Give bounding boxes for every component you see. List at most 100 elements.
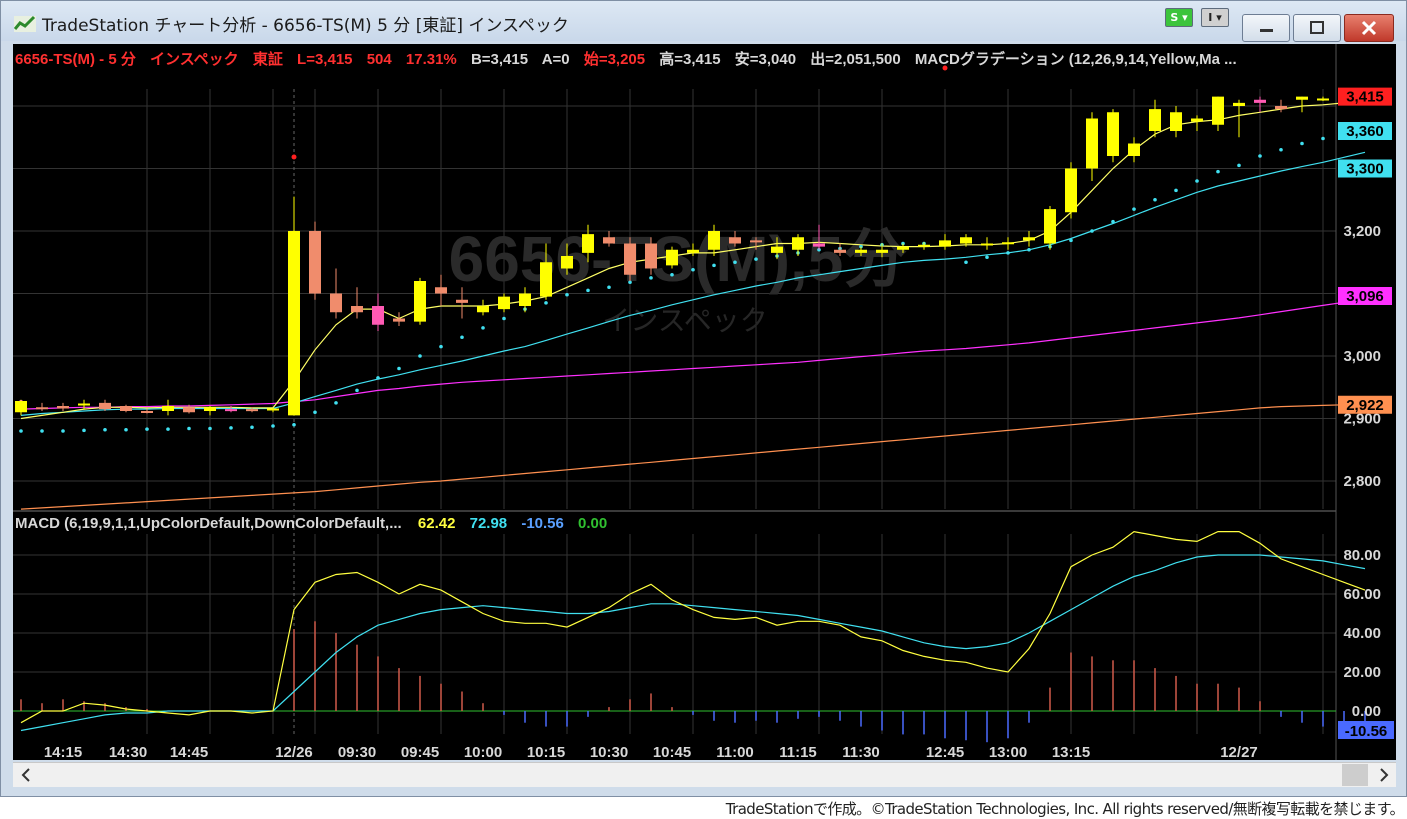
candle-body — [645, 243, 657, 269]
candle-body — [855, 249, 867, 253]
window-title: TradeStation チャート分析 - 6656-TS(M) 5 分 [東証… — [42, 16, 569, 36]
scroll-right-icon[interactable] — [1374, 763, 1394, 787]
candle-body — [918, 244, 930, 247]
psar-dot — [397, 366, 401, 371]
candle-body — [204, 407, 216, 411]
macd-signal-value: 72.98 — [470, 515, 508, 532]
close-button[interactable] — [1344, 14, 1394, 42]
price-badge-label: 3,300 — [1346, 161, 1384, 178]
time-tick-label: 10:45 — [653, 744, 691, 760]
candle-body — [813, 243, 825, 247]
macd-value: 62.42 — [418, 515, 456, 532]
copyright-footer: TradeStationで作成。©TradeStation Technologi… — [725, 800, 1405, 818]
title-bar[interactable]: TradeStation チャート分析 - 6656-TS(M) 5 分 [東証… — [1, 1, 1406, 42]
s-server-button[interactable]: S ▾ — [1165, 8, 1193, 27]
candle-body — [225, 409, 237, 412]
psar-dot — [733, 260, 737, 265]
price-badge-label: 3,360 — [1346, 123, 1384, 140]
candle-body — [1275, 106, 1287, 110]
psar-dot — [187, 426, 191, 431]
watermark: 6656-TS(M),5分 インスペック — [449, 223, 908, 337]
candle-body — [393, 318, 405, 322]
candle-body — [1317, 98, 1329, 101]
candle-body — [309, 231, 321, 294]
psar-dot — [418, 354, 422, 358]
candle-body — [477, 306, 489, 313]
psar-dot — [460, 335, 464, 340]
candle-body — [624, 243, 636, 275]
app-logo-icon — [14, 15, 36, 32]
candle-body — [78, 403, 90, 406]
macd-pane — [13, 530, 1366, 743]
psar-dot — [1237, 163, 1241, 168]
status-low: 安=3,040 — [735, 50, 796, 68]
candle-body — [267, 408, 279, 411]
psar-dot — [1090, 229, 1094, 233]
psar-dot — [166, 427, 170, 431]
psar-dot — [439, 344, 443, 349]
macd-tick-label: 40.00 — [1343, 625, 1381, 642]
psar-dot — [1027, 247, 1031, 252]
status-ask: A=0 — [542, 51, 570, 68]
scroll-left-icon[interactable] — [17, 763, 37, 787]
psar-dot — [1006, 251, 1010, 255]
psar-dot — [649, 276, 653, 280]
candle-body — [414, 281, 426, 322]
psar-dot — [607, 285, 611, 290]
psar-dot — [1069, 238, 1073, 243]
time-tick-label: 09:45 — [401, 744, 439, 760]
candle-body — [1044, 209, 1056, 244]
minimize-button[interactable] — [1242, 14, 1290, 42]
horizontal-scrollbar[interactable] — [13, 762, 1396, 787]
macd-header: MACD (6,19,9,1,1,UpColorDefault,DownColo… — [15, 515, 607, 532]
candle-body — [1065, 168, 1077, 213]
psar-dot — [292, 422, 296, 427]
candle-body — [1296, 96, 1308, 100]
i-button-label: I — [1208, 11, 1213, 24]
psar-dot — [1216, 169, 1220, 174]
psar-dot — [103, 427, 107, 432]
psar-dot — [502, 316, 506, 321]
maximize-button[interactable] — [1293, 14, 1341, 42]
candle-body — [183, 407, 195, 413]
candle-body — [1191, 118, 1203, 122]
chart-area[interactable]: 6656-TS(M),5分 インスペック 6656-TS(M) - 5 分 イン… — [13, 44, 1396, 760]
psar-dot — [985, 255, 989, 260]
status-line: 6656-TS(M) - 5 分 インスペック 東証 L=3,415 504 1… — [15, 50, 1237, 68]
time-tick-label: 11:00 — [716, 744, 754, 760]
candle-body — [1002, 242, 1014, 245]
candle-body — [120, 406, 132, 411]
candle-body — [1107, 112, 1119, 156]
psar-dot — [1195, 179, 1199, 183]
price-tick-label: 2,800 — [1343, 473, 1381, 490]
time-tick-label: 14:15 — [44, 744, 82, 760]
candle-body — [897, 246, 909, 250]
candle-body — [1128, 143, 1140, 156]
psar-dot — [124, 427, 128, 432]
candle-body — [162, 406, 174, 411]
macd-tick-label: 80.00 — [1343, 547, 1381, 564]
scroll-thumb[interactable] — [1342, 764, 1368, 786]
psar-dot — [1132, 207, 1136, 211]
psar-dot — [565, 292, 569, 297]
psar-dot — [1174, 188, 1178, 193]
candle-body — [435, 287, 447, 294]
candle-body — [666, 249, 678, 266]
candle-body — [1170, 112, 1182, 131]
candle-body — [1149, 109, 1161, 131]
price-chart[interactable]: 6656-TS(M),5分 インスペック 6656-TS(M) - 5 分 イン… — [13, 44, 1396, 760]
candle-body — [15, 401, 27, 413]
high-marker — [291, 154, 297, 160]
price-badge-label: 2,922 — [1346, 397, 1384, 414]
price-tick-label: 3,200 — [1343, 223, 1381, 240]
candle-body — [729, 237, 741, 244]
i-info-button[interactable]: I ▾ — [1201, 8, 1229, 27]
candle-body — [876, 249, 888, 253]
macd-tick-label: 0.00 — [1352, 703, 1381, 720]
time-tick-label: 12/26 — [275, 744, 313, 760]
trading-window: TradeStation チャート分析 - 6656-TS(M) 5 分 [東証… — [0, 0, 1407, 797]
candle-body — [1086, 118, 1098, 169]
candle-body — [288, 231, 300, 416]
candle-body — [57, 406, 69, 409]
psar-dot — [1258, 154, 1262, 158]
